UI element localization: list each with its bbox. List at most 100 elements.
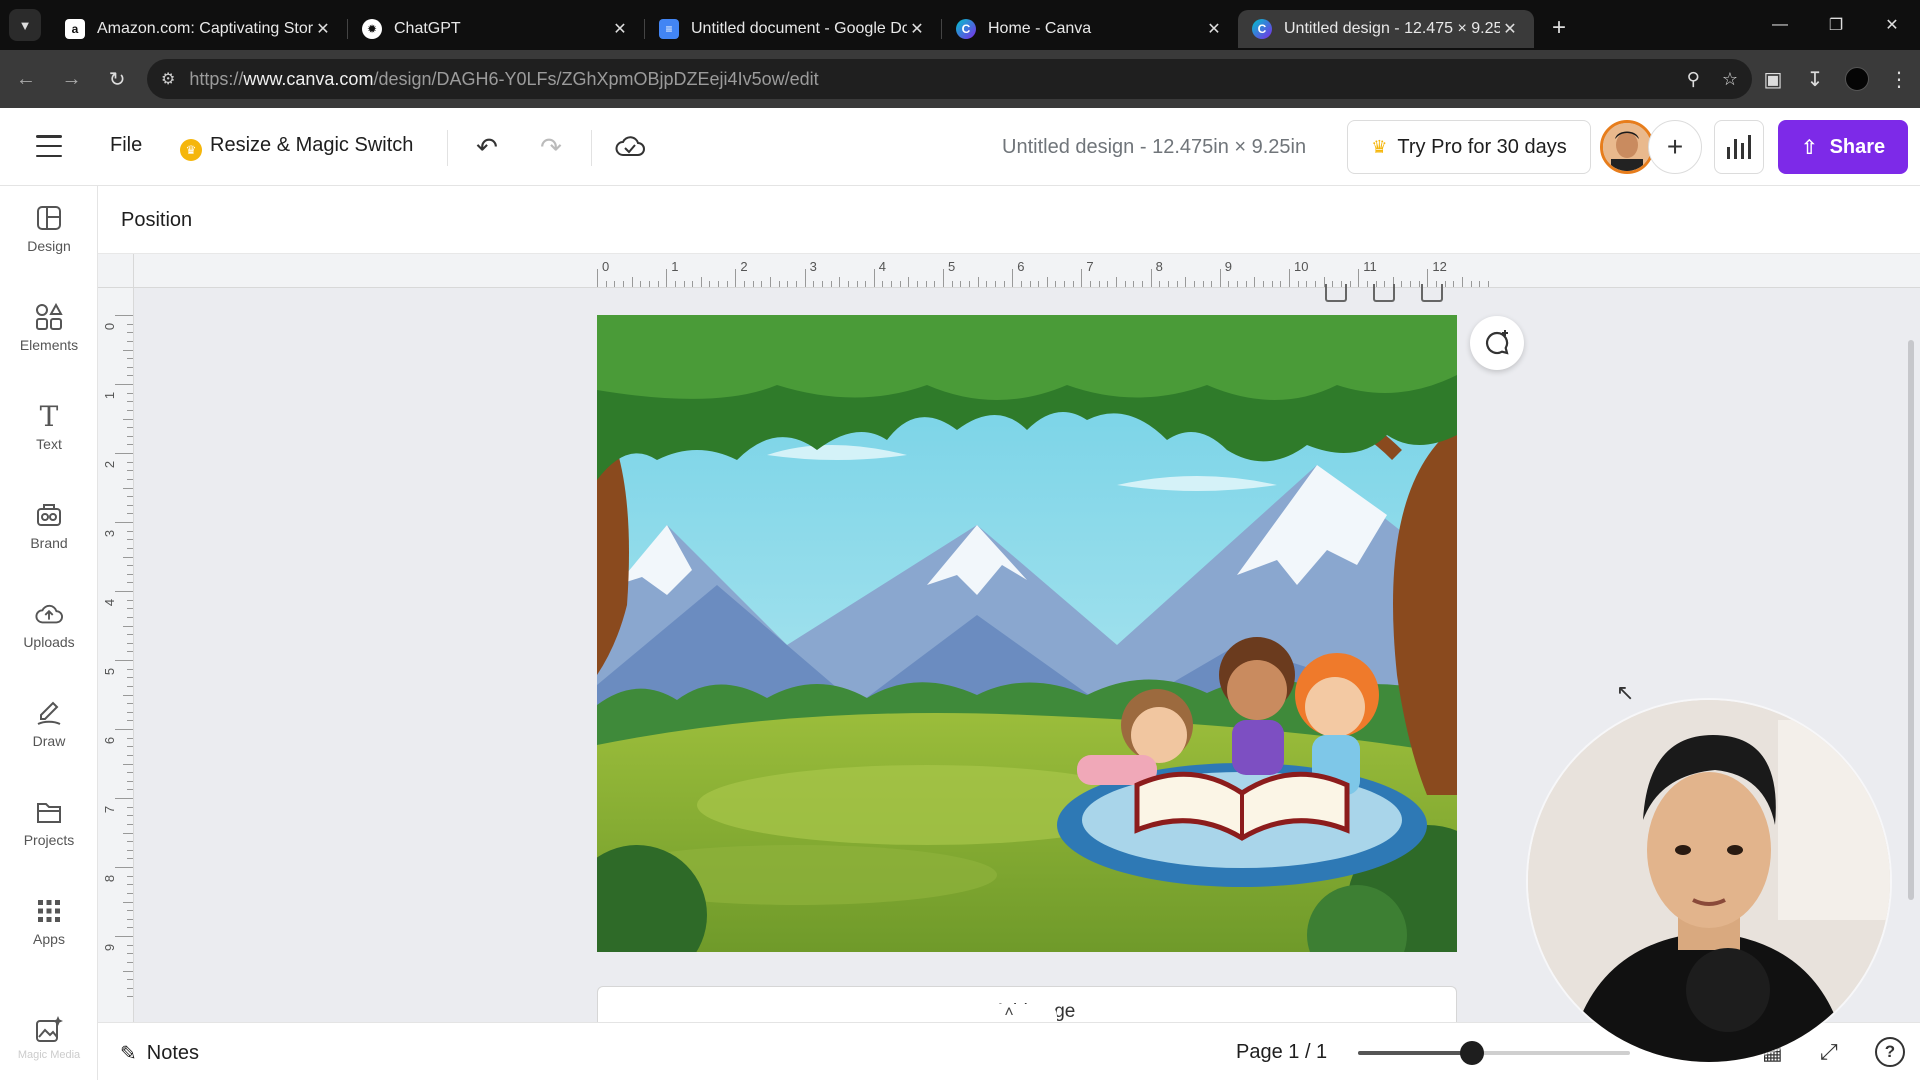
ruler-tick [770, 277, 771, 287]
vertical-scrollbar[interactable] [1908, 340, 1914, 900]
tab-title: Untitled design - 12.475 × 9.25i [1284, 20, 1500, 37]
ruler-tick [115, 453, 133, 454]
ruler-tick [127, 504, 133, 506]
design-page[interactable] [597, 315, 1457, 952]
ruler-tick [605, 281, 607, 287]
ruler-tick [127, 565, 133, 567]
sidebar-item-magic-media[interactable]: Magic Media [0, 1008, 98, 1068]
ruler-tick [1237, 281, 1239, 287]
sidebar-item-design[interactable]: Design [0, 186, 98, 272]
minimize-icon[interactable]: — [1752, 0, 1808, 50]
back-icon[interactable]: ← [6, 59, 46, 99]
amazon-icon: a [65, 19, 85, 39]
browser-menu-icon[interactable]: ⋮ [1878, 67, 1920, 92]
sidebar-item-projects[interactable]: Projects [0, 780, 98, 866]
ruler-label: 9 [1224, 259, 1233, 274]
download-icon[interactable]: ↧ [1794, 67, 1836, 92]
url-input[interactable]: ⚙ https://www.canva.com/design/DAGH6-Y0L… [147, 59, 1752, 99]
ruler-tick [1176, 281, 1178, 287]
ruler-tick [123, 970, 133, 972]
try-pro-button[interactable]: ♛ Try Pro for 30 days [1347, 120, 1591, 174]
user-avatar[interactable] [1600, 120, 1654, 174]
extensions-icon[interactable]: ▣ [1752, 67, 1794, 92]
ruler-tick [934, 281, 936, 287]
position-button[interactable]: Position [121, 209, 192, 232]
sidebar-item-text[interactable]: T Text [0, 384, 98, 470]
share-button[interactable]: ⇧ Share [1778, 120, 1908, 174]
close-icon[interactable]: ✕ [313, 19, 333, 39]
main-menu-icon[interactable] [36, 135, 62, 157]
zoom-icon[interactable]: ⚲ [1687, 69, 1700, 90]
ruler-tick [597, 269, 598, 287]
close-window-icon[interactable]: ✕ [1864, 0, 1920, 50]
profile-avatar[interactable] [1836, 67, 1878, 91]
redo-icon[interactable]: ↷ [534, 130, 568, 164]
file-menu[interactable]: File [110, 134, 142, 157]
zoom-slider-handle[interactable] [1460, 1041, 1485, 1065]
help-button[interactable]: ? [1875, 1037, 1905, 1067]
zoom-slider[interactable] [1358, 1041, 1630, 1065]
ruler-tick [899, 281, 901, 287]
ruler-tick [127, 392, 133, 394]
design-icon [35, 204, 63, 232]
ruler-tick [127, 987, 133, 989]
sidebar-item-elements[interactable]: Elements [0, 285, 98, 371]
fullscreen-icon[interactable]: ⤢ [1820, 1039, 1838, 1065]
close-icon[interactable]: ✕ [1500, 19, 1520, 39]
ruler-tick [1314, 281, 1316, 287]
notes-button[interactable]: ✎ Notes [120, 1041, 199, 1066]
sidebar-item-label: Magic Media [17, 1049, 81, 1061]
browser-tab-canva-design[interactable]: C Untitled design - 12.475 × 9.25i ✕ [1238, 10, 1534, 48]
sidebar-item-label: Brand [30, 535, 68, 551]
ruler-tick [692, 281, 694, 287]
ruler-label: 1 [102, 391, 118, 400]
browser-tab-chatgpt[interactable]: ✹ ChatGPT ✕ [348, 10, 644, 48]
ruler-tick [1150, 269, 1152, 287]
invite-button[interactable]: + [1648, 120, 1702, 174]
browser-tab-strip: ▼ a Amazon.com: Captivating Stori ✕ ✹ Ch… [0, 0, 1920, 50]
bookmark-star-icon[interactable]: ☆ [1722, 69, 1738, 90]
browser-tab-amazon[interactable]: a Amazon.com: Captivating Stori ✕ [51, 10, 347, 48]
sidebar-item-draw[interactable]: Draw [0, 681, 98, 767]
restore-icon[interactable]: ❐ [1808, 0, 1864, 50]
ruler-tick [1064, 281, 1066, 287]
ruler-tick [1444, 281, 1446, 287]
sidebar-item-uploads[interactable]: Uploads [0, 582, 98, 668]
ruler-tick [657, 281, 659, 287]
window-controls: — ❐ ✕ [1752, 0, 1920, 50]
ruler-tick [1271, 281, 1273, 287]
close-icon[interactable]: ✕ [1204, 19, 1224, 39]
ruler-tick [674, 281, 676, 287]
insights-button[interactable] [1714, 120, 1764, 174]
page-indicator[interactable]: Page 1 / 1 [1236, 1041, 1327, 1064]
presenter-video [1528, 700, 1890, 1062]
sidebar-item-apps[interactable]: Apps [0, 879, 98, 965]
reload-icon[interactable]: ↻ [97, 59, 137, 99]
ruler-tick [873, 269, 875, 287]
browser-tab-google-docs[interactable]: ≡ Untitled document - Google Do ✕ [645, 10, 941, 48]
close-icon[interactable]: ✕ [907, 19, 927, 39]
sidebar-item-label: Draw [32, 733, 66, 749]
close-icon[interactable]: ✕ [610, 19, 630, 39]
ruler-tick [127, 478, 133, 480]
lock-page-icon[interactable] [1325, 284, 1347, 302]
cloud-saved-icon[interactable] [613, 130, 647, 164]
forward-icon[interactable]: → [52, 59, 92, 99]
ruler-tick [1159, 281, 1161, 287]
sidebar-item-brand[interactable]: Brand [0, 483, 98, 569]
browser-tab-canva-home[interactable]: C Home - Canva ✕ [942, 10, 1238, 48]
tab-search-button[interactable]: ▼ [9, 9, 41, 41]
crown-icon: ♛ [1371, 136, 1388, 157]
design-title[interactable]: Untitled design - 12.475in × 9.25in [1002, 136, 1306, 159]
ruler-tick [735, 269, 737, 287]
ruler-tick [1185, 277, 1187, 287]
undo-icon[interactable]: ↶ [470, 130, 504, 164]
duplicate-page-icon[interactable] [1373, 284, 1395, 302]
new-tab-button[interactable]: + [1552, 14, 1566, 42]
ruler-tick [709, 281, 711, 287]
add-comment-button[interactable] [1470, 316, 1524, 370]
add-page-icon[interactable] [1421, 284, 1443, 302]
resize-magic-switch-button[interactable]: ♛ Resize & Magic Switch [180, 134, 413, 161]
site-info-icon[interactable]: ⚙ [161, 69, 175, 89]
ruler-tick [127, 427, 133, 429]
